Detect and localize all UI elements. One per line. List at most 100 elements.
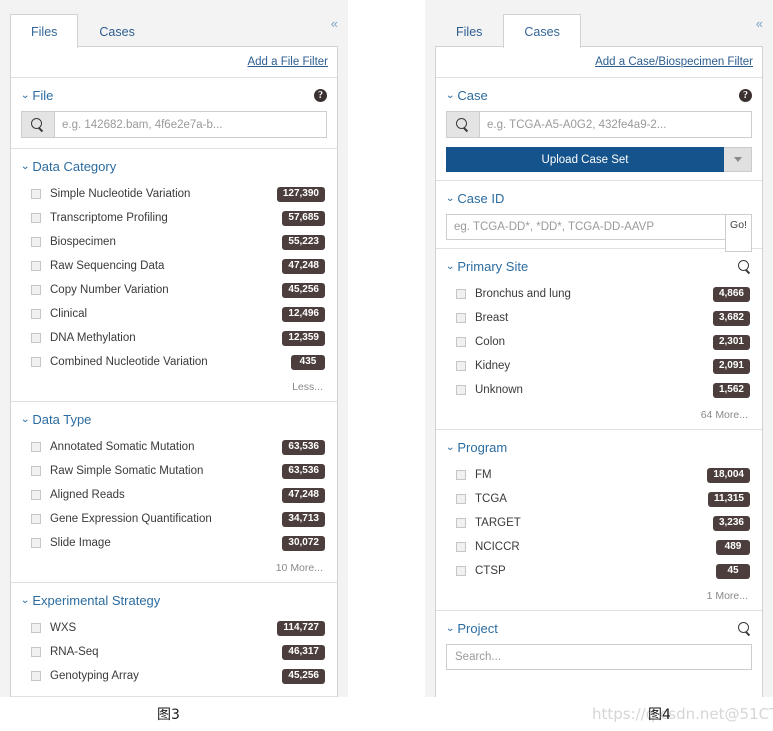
list-item[interactable]: Unknown 1,562 xyxy=(446,378,752,402)
checkbox-icon[interactable] xyxy=(31,514,41,524)
list-item[interactable]: Biospecimen 55,223 xyxy=(21,230,327,254)
facet-more-row: 1 More... xyxy=(446,583,752,602)
list-item[interactable]: Genotyping Array 45,256 xyxy=(21,664,327,688)
list-item[interactable]: Raw Simple Somatic Mutation 63,536 xyxy=(21,459,327,483)
upload-case-set-dropdown-button[interactable] xyxy=(724,147,752,172)
count-badge: 45,256 xyxy=(282,668,325,684)
checkbox-icon[interactable] xyxy=(456,289,466,299)
show-more-link[interactable]: 10 More... xyxy=(276,562,323,574)
list-item[interactable]: Breast 3,682 xyxy=(446,306,752,330)
checkbox-icon[interactable] xyxy=(31,261,41,271)
tab-cases-left[interactable]: Cases xyxy=(78,14,155,49)
project-search-input[interactable] xyxy=(446,644,752,670)
checkbox-icon[interactable] xyxy=(456,542,466,552)
checkbox-icon[interactable] xyxy=(31,213,41,223)
checkbox-icon[interactable] xyxy=(31,189,41,199)
list-item[interactable]: Colon 2,301 xyxy=(446,330,752,354)
add-case-filter-row: Add a Case/Biospecimen Filter xyxy=(436,47,762,78)
watermark-text: https://q.csdn.net@51CTO博客 xyxy=(592,705,773,723)
facet-primary-site-title[interactable]: ⌄ Primary Site xyxy=(445,260,528,273)
checkbox-icon[interactable] xyxy=(456,361,466,371)
facet-data-type-title[interactable]: ⌄ Data Type xyxy=(20,413,91,426)
facet-item-label: Unknown xyxy=(475,384,523,396)
list-item[interactable]: FM 18,004 xyxy=(446,463,752,487)
list-item[interactable]: RNA-Seq 46,317 xyxy=(21,640,327,664)
facet-case-title[interactable]: ⌄ Case xyxy=(445,89,487,102)
tab-files-left[interactable]: Files xyxy=(10,13,79,48)
tab-cases-right[interactable]: Cases xyxy=(503,13,581,48)
checkbox-icon[interactable] xyxy=(456,494,466,504)
list-item[interactable]: TARGET 3,236 xyxy=(446,511,752,535)
list-item[interactable]: Gene Expression Quantification 34,713 xyxy=(21,507,327,531)
checkbox-icon[interactable] xyxy=(31,647,41,657)
facet-primary-site-head: ⌄ Primary Site xyxy=(445,258,752,275)
count-badge: 34,713 xyxy=(282,511,325,527)
checkbox-icon[interactable] xyxy=(31,442,41,452)
add-case-filter-link[interactable]: Add a Case/Biospecimen Filter xyxy=(595,56,753,68)
list-item[interactable]: TCGA 11,315 xyxy=(446,487,752,511)
facet-experimental-strategy-title[interactable]: ⌄ Experimental Strategy xyxy=(20,594,160,607)
facet-data-category-title[interactable]: ⌄ Data Category xyxy=(20,160,116,173)
file-search-button[interactable] xyxy=(21,111,54,138)
checkbox-icon[interactable] xyxy=(31,671,41,681)
checkbox-icon[interactable] xyxy=(456,518,466,528)
case-id-go-button[interactable]: Go! xyxy=(725,214,752,252)
case-search-input[interactable] xyxy=(479,111,752,138)
facet-case-id-head: ⌄ Case ID xyxy=(445,190,752,207)
checkbox-icon[interactable] xyxy=(31,466,41,476)
tab-files-right[interactable]: Files xyxy=(435,14,503,49)
chevron-down-icon: ⌄ xyxy=(445,622,456,634)
count-badge: 47,248 xyxy=(282,487,325,503)
list-item[interactable]: Raw Sequencing Data 47,248 xyxy=(21,254,327,278)
add-file-filter-link[interactable]: Add a File Filter xyxy=(247,56,328,68)
facet-experimental-strategy-head: ⌄ Experimental Strategy xyxy=(20,592,327,609)
collapse-right-icon[interactable]: « xyxy=(756,17,763,30)
checkbox-icon[interactable] xyxy=(31,623,41,633)
list-item[interactable] xyxy=(446,670,752,692)
list-item[interactable]: CTSP 45 xyxy=(446,559,752,583)
list-item[interactable]: Bronchus and lung 4,866 xyxy=(446,282,752,306)
list-item[interactable]: Slide Image 30,072 xyxy=(21,531,327,555)
count-badge: 12,496 xyxy=(282,306,325,322)
file-search-input[interactable] xyxy=(54,111,327,138)
search-icon[interactable] xyxy=(738,259,752,274)
checkbox-icon[interactable] xyxy=(31,237,41,247)
checkbox-icon[interactable] xyxy=(456,385,466,395)
show-more-link[interactable]: 1 More... xyxy=(707,590,748,602)
list-item[interactable]: Clinical 12,496 xyxy=(21,302,327,326)
checkbox-icon[interactable] xyxy=(31,538,41,548)
collapse-left-icon[interactable]: « xyxy=(331,17,338,30)
list-item[interactable]: NCICCR 489 xyxy=(446,535,752,559)
checkbox-icon[interactable] xyxy=(456,470,466,480)
help-icon[interactable]: ? xyxy=(314,89,327,102)
list-item[interactable]: WXS 114,727 xyxy=(21,616,327,640)
list-item[interactable]: Combined Nucleotide Variation 435 xyxy=(21,350,327,374)
search-icon[interactable] xyxy=(738,621,752,636)
list-item[interactable]: DNA Methylation 12,359 xyxy=(21,326,327,350)
list-item[interactable]: Copy Number Variation 45,256 xyxy=(21,278,327,302)
checkbox-icon[interactable] xyxy=(31,333,41,343)
facet-program-title[interactable]: ⌄ Program xyxy=(445,441,507,454)
upload-case-set-button[interactable]: Upload Case Set xyxy=(446,147,724,172)
facet-item-label: WXS xyxy=(50,622,77,634)
facet-case-id-title[interactable]: ⌄ Case ID xyxy=(445,192,504,205)
checkbox-icon[interactable] xyxy=(456,337,466,347)
checkbox-icon[interactable] xyxy=(31,357,41,367)
list-item[interactable]: Kidney 2,091 xyxy=(446,354,752,378)
list-item[interactable]: Transcriptome Profiling 57,685 xyxy=(21,206,327,230)
checkbox-icon[interactable] xyxy=(31,285,41,295)
list-item[interactable]: Annotated Somatic Mutation 63,536 xyxy=(21,435,327,459)
case-search-button[interactable] xyxy=(446,111,479,138)
show-less-link[interactable]: Less... xyxy=(292,381,323,393)
checkbox-icon[interactable] xyxy=(456,313,466,323)
facet-file-title[interactable]: ⌄ File xyxy=(20,89,53,102)
help-icon[interactable]: ? xyxy=(739,89,752,102)
checkbox-icon[interactable] xyxy=(31,490,41,500)
facet-project-title[interactable]: ⌄ Project xyxy=(445,622,497,635)
show-more-link[interactable]: 64 More... xyxy=(701,409,748,421)
list-item[interactable]: Aligned Reads 47,248 xyxy=(21,483,327,507)
list-item[interactable]: Simple Nucleotide Variation 127,390 xyxy=(21,182,327,206)
checkbox-icon[interactable] xyxy=(456,566,466,576)
case-id-input[interactable] xyxy=(446,214,725,240)
checkbox-icon[interactable] xyxy=(31,309,41,319)
